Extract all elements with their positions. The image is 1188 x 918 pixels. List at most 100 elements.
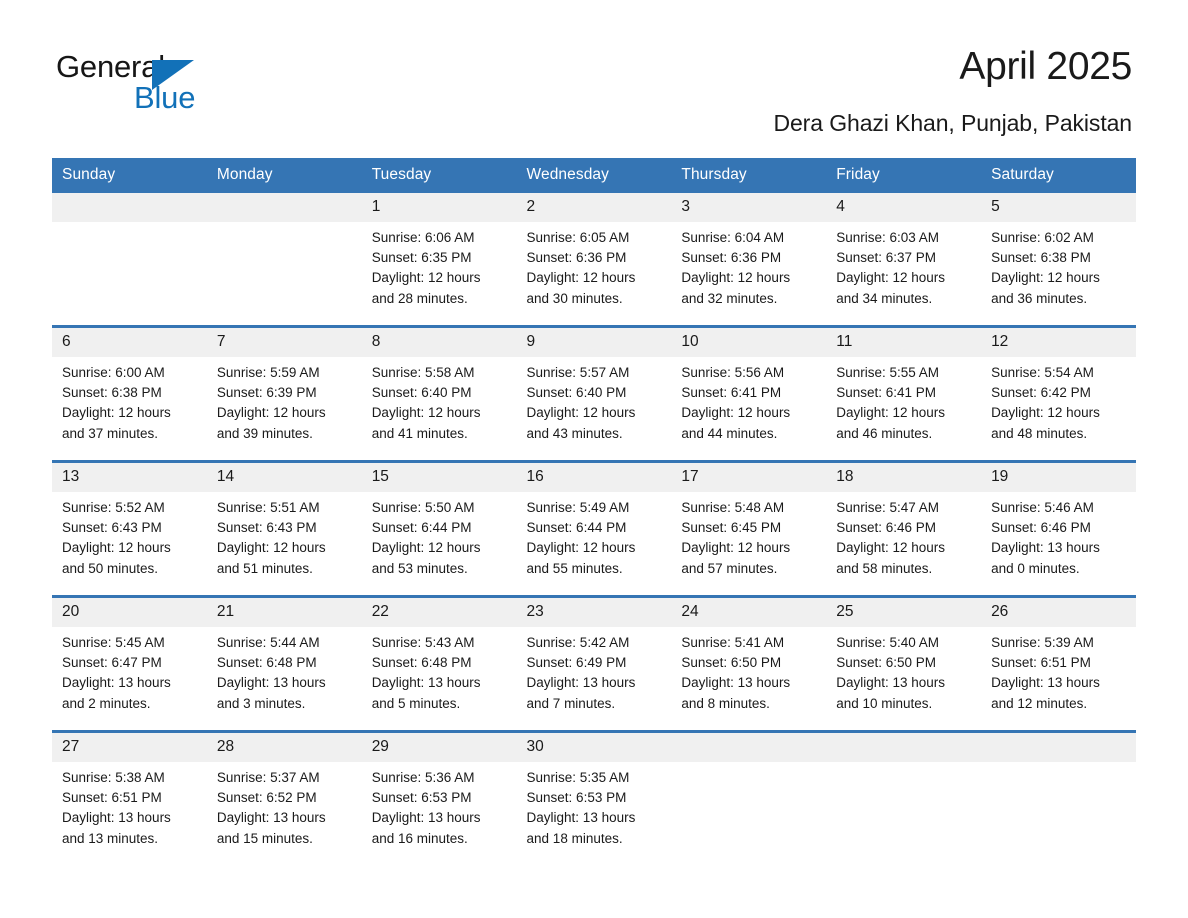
day-cell[interactable]: 28 Sunrise: 5:37 AM Sunset: 6:52 PM Dayli… — [206, 730, 362, 865]
calendar-week-row: 13 Sunrise: 5:52 AM Sunset: 6:43 PM Dayli… — [52, 460, 1136, 597]
day-number — [981, 733, 1136, 762]
calendar-week-row: 20 Sunrise: 5:45 AM Sunset: 6:47 PM Dayli… — [52, 595, 1136, 732]
logo-text-general: General — [56, 49, 165, 84]
day-details — [826, 762, 981, 768]
day-number: 21 — [206, 598, 362, 627]
title-block: April 2025 Dera Ghazi Khan, Punjab, Paki… — [773, 44, 1132, 138]
day-cell[interactable]: 21 Sunrise: 5:44 AM Sunset: 6:48 PM Dayli… — [206, 595, 362, 732]
day-number: 23 — [516, 598, 672, 627]
day-cell[interactable]: 2 Sunrise: 6:05 AM Sunset: 6:36 PM Daylig… — [516, 193, 672, 327]
day-details: Sunrise: 5:38 AM Sunset: 6:51 PM Dayligh… — [62, 770, 171, 846]
day-number: 29 — [361, 733, 517, 762]
day-cell[interactable]: 24 Sunrise: 5:41 AM Sunset: 6:50 PM Dayli… — [671, 595, 827, 732]
day-details: Sunrise: 5:41 AM Sunset: 6:50 PM Dayligh… — [681, 635, 791, 711]
day-cell[interactable]: 11 Sunrise: 5:55 AM Sunset: 6:41 PM Dayli… — [826, 325, 982, 462]
day-number — [52, 193, 207, 222]
weekday-header-monday: Monday — [206, 158, 362, 193]
day-cell[interactable] — [52, 193, 207, 327]
day-cell[interactable]: 15 Sunrise: 5:50 AM Sunset: 6:44 PM Dayli… — [361, 460, 517, 597]
day-cell[interactable]: 4 Sunrise: 6:03 AM Sunset: 6:37 PM Daylig… — [826, 193, 982, 327]
logo-text-blue: Blue — [134, 80, 196, 115]
day-number: 9 — [516, 328, 672, 357]
day-cell[interactable]: 6 Sunrise: 6:00 AM Sunset: 6:38 PM Daylig… — [52, 325, 207, 462]
day-cell[interactable]: 29 Sunrise: 5:36 AM Sunset: 6:53 PM Dayli… — [361, 730, 517, 865]
day-cell[interactable]: 13 Sunrise: 5:52 AM Sunset: 6:43 PM Dayli… — [52, 460, 207, 597]
day-cell[interactable] — [981, 730, 1136, 865]
day-cell[interactable]: 26 Sunrise: 5:39 AM Sunset: 6:51 PM Dayli… — [981, 595, 1136, 732]
day-number: 25 — [826, 598, 982, 627]
day-number: 17 — [671, 463, 827, 492]
day-number: 19 — [981, 463, 1136, 492]
day-number: 24 — [671, 598, 827, 627]
day-details: Sunrise: 5:58 AM Sunset: 6:40 PM Dayligh… — [371, 365, 481, 441]
day-details: Sunrise: 6:05 AM Sunset: 6:36 PM Dayligh… — [526, 230, 636, 306]
day-details: Sunrise: 6:06 AM Sunset: 6:35 PM Dayligh… — [371, 230, 481, 306]
day-number — [206, 193, 362, 222]
day-details: Sunrise: 5:42 AM Sunset: 6:49 PM Dayligh… — [526, 635, 636, 711]
day-cell[interactable]: 14 Sunrise: 5:51 AM Sunset: 6:43 PM Dayli… — [206, 460, 362, 597]
day-number: 27 — [52, 733, 207, 762]
day-details: Sunrise: 5:47 AM Sunset: 6:46 PM Dayligh… — [836, 500, 946, 576]
weekday-header-friday: Friday — [826, 158, 982, 193]
weekday-header-tuesday: Tuesday — [361, 158, 517, 193]
day-cell[interactable]: 25 Sunrise: 5:40 AM Sunset: 6:50 PM Dayli… — [826, 595, 982, 732]
calendar-week-row: 27 Sunrise: 5:38 AM Sunset: 6:51 PM Dayli… — [52, 730, 1136, 865]
day-cell[interactable]: 23 Sunrise: 5:42 AM Sunset: 6:49 PM Dayli… — [516, 595, 672, 732]
day-cell[interactable]: 16 Sunrise: 5:49 AM Sunset: 6:44 PM Dayli… — [516, 460, 672, 597]
day-number: 10 — [671, 328, 827, 357]
calendar-table: Sunday Monday Tuesday Wednesday Thursday… — [52, 158, 1136, 865]
day-details: Sunrise: 5:36 AM Sunset: 6:53 PM Dayligh… — [371, 770, 481, 846]
day-number: 5 — [981, 193, 1136, 222]
weekday-header-thursday: Thursday — [671, 158, 827, 193]
day-details: Sunrise: 5:48 AM Sunset: 6:45 PM Dayligh… — [681, 500, 791, 576]
day-number: 22 — [361, 598, 517, 627]
day-details: Sunrise: 6:04 AM Sunset: 6:36 PM Dayligh… — [681, 230, 791, 306]
day-details: Sunrise: 5:50 AM Sunset: 6:44 PM Dayligh… — [371, 500, 481, 576]
day-cell[interactable]: 12 Sunrise: 5:54 AM Sunset: 6:42 PM Dayli… — [981, 325, 1136, 462]
day-number: 8 — [361, 328, 517, 357]
day-number: 14 — [206, 463, 362, 492]
weekday-header-saturday: Saturday — [981, 158, 1136, 193]
day-number: 3 — [671, 193, 827, 222]
day-number: 16 — [516, 463, 672, 492]
day-details: Sunrise: 5:40 AM Sunset: 6:50 PM Dayligh… — [836, 635, 946, 711]
day-cell[interactable]: 27 Sunrise: 5:38 AM Sunset: 6:51 PM Dayli… — [52, 730, 207, 865]
day-cell[interactable]: 9 Sunrise: 5:57 AM Sunset: 6:40 PM Daylig… — [516, 325, 672, 462]
general-blue-logo: General Blue — [56, 50, 256, 116]
page-subtitle: Dera Ghazi Khan, Punjab, Pakistan — [773, 110, 1132, 136]
day-number: 13 — [52, 463, 207, 492]
day-number: 30 — [516, 733, 672, 762]
day-cell[interactable]: 20 Sunrise: 5:45 AM Sunset: 6:47 PM Dayli… — [52, 595, 207, 732]
day-cell[interactable]: 22 Sunrise: 5:43 AM Sunset: 6:48 PM Dayli… — [361, 595, 517, 732]
day-cell[interactable]: 7 Sunrise: 5:59 AM Sunset: 6:39 PM Daylig… — [206, 325, 362, 462]
day-cell[interactable] — [206, 193, 362, 327]
weekday-header-wednesday: Wednesday — [516, 158, 672, 193]
day-cell[interactable]: 10 Sunrise: 5:56 AM Sunset: 6:41 PM Dayli… — [671, 325, 827, 462]
day-cell[interactable]: 1 Sunrise: 6:06 AM Sunset: 6:35 PM Daylig… — [361, 193, 517, 327]
day-number — [826, 733, 982, 762]
day-details — [52, 222, 207, 228]
day-cell[interactable]: 19 Sunrise: 5:46 AM Sunset: 6:46 PM Dayli… — [981, 460, 1136, 597]
day-cell[interactable]: 3 Sunrise: 6:04 AM Sunset: 6:36 PM Daylig… — [671, 193, 827, 327]
day-details: Sunrise: 5:56 AM Sunset: 6:41 PM Dayligh… — [681, 365, 791, 441]
day-details: Sunrise: 5:43 AM Sunset: 6:48 PM Dayligh… — [371, 635, 481, 711]
weekday-header-sunday: Sunday — [52, 158, 207, 193]
day-number: 12 — [981, 328, 1136, 357]
day-number: 18 — [826, 463, 982, 492]
day-cell[interactable]: 18 Sunrise: 5:47 AM Sunset: 6:46 PM Dayli… — [826, 460, 982, 597]
day-details: Sunrise: 5:44 AM Sunset: 6:48 PM Dayligh… — [216, 635, 326, 711]
day-cell[interactable]: 17 Sunrise: 5:48 AM Sunset: 6:45 PM Dayli… — [671, 460, 827, 597]
day-number — [671, 733, 827, 762]
day-cell[interactable] — [671, 730, 827, 865]
day-cell[interactable]: 8 Sunrise: 5:58 AM Sunset: 6:40 PM Daylig… — [361, 325, 517, 462]
day-details — [207, 222, 362, 228]
page-title: April 2025 — [959, 45, 1132, 88]
day-details: Sunrise: 5:59 AM Sunset: 6:39 PM Dayligh… — [216, 365, 326, 441]
day-number: 2 — [516, 193, 672, 222]
day-details: Sunrise: 5:57 AM Sunset: 6:40 PM Dayligh… — [526, 365, 636, 441]
day-details: Sunrise: 5:37 AM Sunset: 6:52 PM Dayligh… — [216, 770, 326, 846]
day-cell[interactable]: 30 Sunrise: 5:35 AM Sunset: 6:53 PM Dayli… — [516, 730, 672, 865]
day-details: Sunrise: 6:03 AM Sunset: 6:37 PM Dayligh… — [836, 230, 946, 306]
day-cell[interactable] — [826, 730, 982, 865]
day-cell[interactable]: 5 Sunrise: 6:02 AM Sunset: 6:38 PM Daylig… — [981, 193, 1136, 327]
